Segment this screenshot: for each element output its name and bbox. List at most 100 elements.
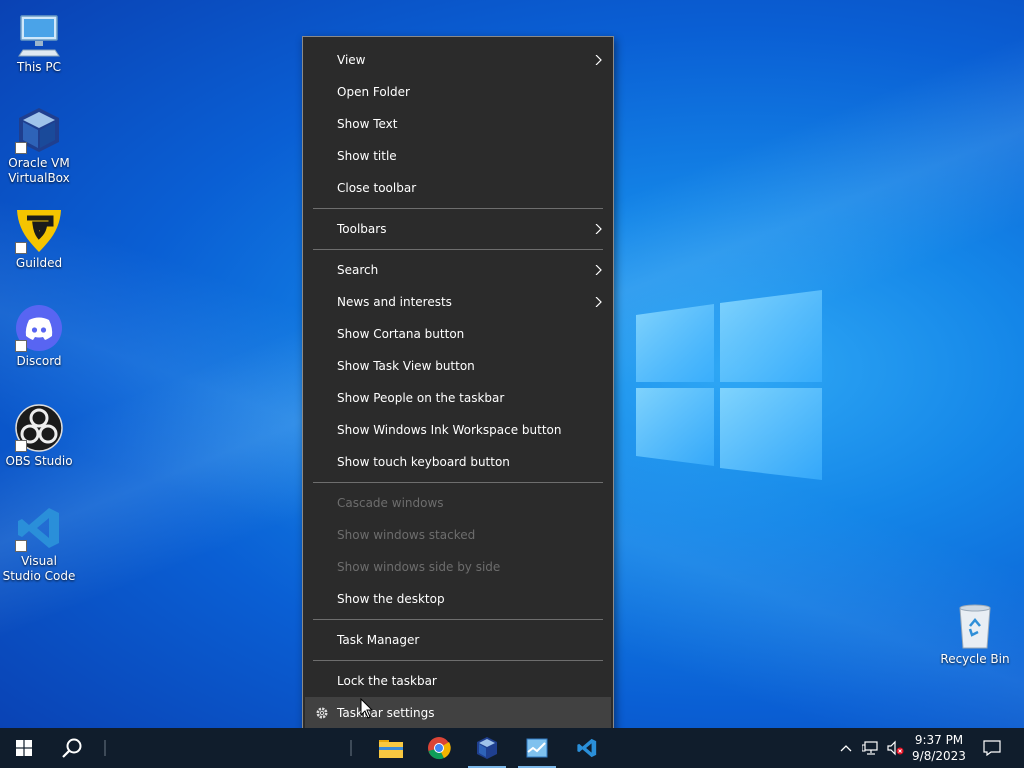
vscode-icon bbox=[577, 738, 597, 758]
task-manager-icon bbox=[526, 738, 548, 758]
toolbar-grip[interactable] bbox=[350, 740, 352, 756]
show-desktop-button[interactable] bbox=[1016, 728, 1024, 768]
desktop-icon-discord[interactable]: Discord bbox=[1, 304, 77, 369]
menu-item-label: Show Task View button bbox=[337, 359, 475, 373]
desktop-icon-recycle-bin[interactable]: Recycle Bin bbox=[937, 602, 1013, 667]
desktop-icon-label: Guilded bbox=[15, 256, 63, 270]
desktop-icon-label: Oracle VM VirtualBox bbox=[8, 156, 70, 185]
discord-icon bbox=[15, 304, 63, 352]
desktop-icon-guilded[interactable]: Guilded bbox=[1, 206, 77, 271]
windows-start-icon bbox=[16, 740, 32, 756]
desktop-icon-obs-studio[interactable]: OBS Studio bbox=[1, 404, 77, 469]
menu-item-search[interactable]: Search bbox=[303, 254, 613, 286]
taskbar-task-manager[interactable] bbox=[514, 728, 560, 768]
chevron-right-icon bbox=[595, 297, 602, 307]
notification-icon bbox=[983, 740, 1001, 756]
menu-item-close-toolbar[interactable]: Close toolbar bbox=[303, 172, 613, 204]
menu-item-show-people[interactable]: Show People on the taskbar bbox=[303, 382, 613, 414]
menu-item-label: Show windows side by side bbox=[337, 560, 501, 574]
windows-logo-wallpaper bbox=[636, 290, 822, 480]
network-icon bbox=[862, 741, 878, 755]
menu-item-label: Search bbox=[337, 263, 379, 277]
virtualbox-icon bbox=[15, 106, 63, 154]
menu-item-label: View bbox=[337, 53, 366, 67]
taskbar-file-explorer[interactable] bbox=[368, 728, 414, 768]
gear-icon bbox=[316, 707, 328, 719]
menu-item-label: Cascade windows bbox=[337, 496, 444, 510]
taskbar-virtualbox[interactable] bbox=[464, 728, 510, 768]
recycle-bin-icon bbox=[951, 602, 999, 650]
menu-separator bbox=[313, 249, 603, 250]
action-center-button[interactable] bbox=[976, 728, 1008, 768]
show-hidden-icons-button[interactable] bbox=[836, 728, 856, 768]
chevron-right-icon bbox=[595, 224, 602, 234]
desktop-icon-virtualbox[interactable]: Oracle VM VirtualBox bbox=[1, 106, 77, 186]
menu-item-label: Toolbars bbox=[337, 222, 387, 236]
mouse-cursor-icon bbox=[360, 698, 374, 719]
menu-item-cascade-windows: Cascade windows bbox=[303, 487, 613, 519]
menu-item-lock-the-taskbar[interactable]: Lock the taskbar bbox=[303, 665, 613, 697]
clock-time: 9:37 PM bbox=[914, 733, 964, 747]
clock[interactable]: 9:37 PM 9/8/2023 bbox=[908, 732, 970, 764]
menu-item-show-touch-keyboard[interactable]: Show touch keyboard button bbox=[303, 446, 613, 478]
menu-item-show-title[interactable]: Show title bbox=[303, 140, 613, 172]
start-button[interactable] bbox=[0, 728, 48, 768]
desktop-icon-label: Visual Studio Code bbox=[2, 554, 76, 583]
search-icon bbox=[62, 738, 82, 758]
desktop-icon-label: Recycle Bin bbox=[940, 652, 1010, 666]
desktop-icon-vscode[interactable]: Visual Studio Code bbox=[1, 504, 77, 584]
search-button[interactable] bbox=[48, 728, 96, 768]
menu-item-show-windows-ink[interactable]: Show Windows Ink Workspace button bbox=[303, 414, 613, 446]
menu-item-label: Show title bbox=[337, 149, 397, 163]
network-button[interactable] bbox=[860, 728, 882, 768]
menu-item-task-manager[interactable]: Task Manager bbox=[303, 624, 613, 656]
menu-item-toolbars[interactable]: Toolbars bbox=[303, 213, 613, 245]
menu-item-label: Show People on the taskbar bbox=[337, 391, 505, 405]
menu-item-news-and-interests[interactable]: News and interests bbox=[303, 286, 613, 318]
this-pc-icon bbox=[15, 10, 63, 58]
menu-item-label: Show the desktop bbox=[337, 592, 445, 606]
shortcut-arrow-icon bbox=[15, 440, 27, 452]
clock-date: 9/8/2023 bbox=[912, 749, 966, 763]
menu-item-label: Open Folder bbox=[337, 85, 410, 99]
menu-item-show-windows-side-by-side: Show windows side by side bbox=[303, 551, 613, 583]
menu-item-show-task-view-button[interactable]: Show Task View button bbox=[303, 350, 613, 382]
shortcut-arrow-icon bbox=[15, 340, 27, 352]
folder-icon bbox=[379, 740, 403, 758]
menu-item-open-folder[interactable]: Open Folder bbox=[303, 76, 613, 108]
obs-studio-icon bbox=[15, 404, 63, 452]
taskbar: 9:37 PM 9/8/2023 bbox=[0, 728, 1024, 768]
menu-item-label: News and interests bbox=[337, 295, 452, 309]
menu-item-label: Show Cortana button bbox=[337, 327, 465, 341]
menu-item-label: Show Text bbox=[337, 117, 398, 131]
menu-item-label: Show windows stacked bbox=[337, 528, 476, 542]
menu-separator bbox=[313, 208, 603, 209]
menu-item-view[interactable]: View bbox=[303, 44, 613, 76]
volume-muted-icon bbox=[887, 740, 904, 756]
menu-separator bbox=[313, 619, 603, 620]
menu-separator bbox=[313, 660, 603, 661]
menu-item-show-windows-stacked: Show windows stacked bbox=[303, 519, 613, 551]
menu-item-show-the-desktop[interactable]: Show the desktop bbox=[303, 583, 613, 615]
chevron-right-icon bbox=[595, 265, 602, 275]
desktop-icon-label: Discord bbox=[16, 354, 62, 368]
desktop-icon-label: This PC bbox=[17, 60, 61, 74]
chevron-right-icon bbox=[595, 55, 602, 65]
menu-item-label: Show Windows Ink Workspace button bbox=[337, 423, 562, 437]
desktop-icon-this-pc[interactable]: This PC bbox=[1, 10, 77, 75]
menu-item-label: Taskbar settings bbox=[337, 706, 435, 720]
shortcut-arrow-icon bbox=[15, 540, 27, 552]
menu-item-show-text[interactable]: Show Text bbox=[303, 108, 613, 140]
toolbar-grip[interactable] bbox=[104, 740, 106, 756]
taskbar-vscode[interactable] bbox=[564, 728, 610, 768]
taskbar-chrome[interactable] bbox=[416, 728, 462, 768]
menu-item-show-cortana-button[interactable]: Show Cortana button bbox=[303, 318, 613, 350]
menu-item-taskbar-settings[interactable]: Taskbar settings bbox=[305, 697, 611, 729]
desktop-icon-label: OBS Studio bbox=[5, 454, 73, 468]
guilded-icon bbox=[15, 206, 63, 254]
virtualbox-icon bbox=[477, 737, 497, 759]
menu-item-label: Lock the taskbar bbox=[337, 674, 437, 688]
taskbar-context-menu: View Open Folder Show Text Show title Cl… bbox=[302, 36, 614, 738]
menu-item-label: Close toolbar bbox=[337, 181, 417, 195]
volume-button[interactable] bbox=[884, 728, 906, 768]
